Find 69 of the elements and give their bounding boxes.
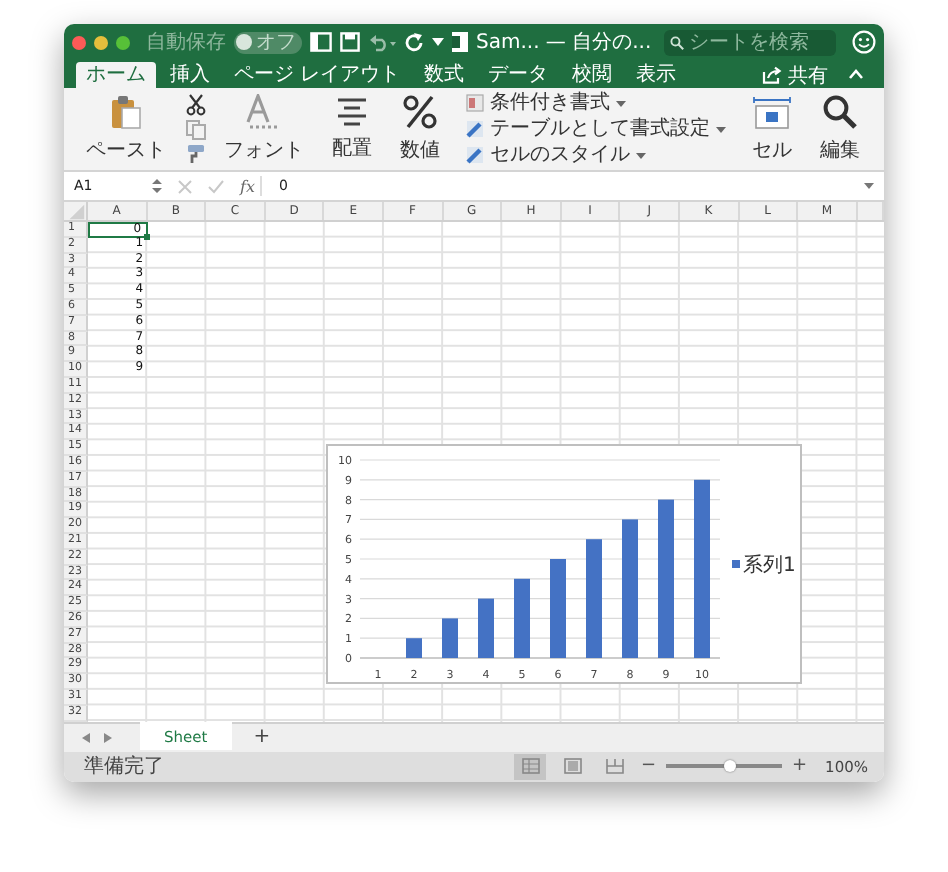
autosave-label: 自動保存 xyxy=(146,30,226,56)
paste-button[interactable]: ペースト xyxy=(76,94,176,164)
slider-thumb[interactable] xyxy=(723,760,736,772)
save-icon[interactable] xyxy=(340,32,360,52)
ribbon-tab[interactable]: 挿入 xyxy=(160,62,220,88)
search-field[interactable]: シートを検索 xyxy=(663,29,836,55)
style-brush-icon xyxy=(466,120,484,138)
caret-icon xyxy=(716,125,726,133)
percent-icon xyxy=(402,94,438,130)
insert-function-button[interactable]: fx xyxy=(240,177,255,195)
ribbon-tab[interactable]: ページ レイアウト xyxy=(224,62,411,88)
bar xyxy=(478,598,494,658)
font-button[interactable]: フォント xyxy=(214,94,314,164)
collapse-icon[interactable] xyxy=(848,68,864,80)
view-button[interactable] xyxy=(514,753,547,779)
sidebar-icon[interactable] xyxy=(310,32,332,52)
window-title: Sam... — 自分の... xyxy=(476,30,652,56)
ribbon-tab[interactable]: 校閲 xyxy=(562,62,623,88)
styles-menu-item[interactable]: 条件付き書式 xyxy=(466,91,726,115)
bar xyxy=(406,638,422,658)
bar xyxy=(550,559,566,658)
smiley-icon[interactable] xyxy=(852,30,876,54)
conditional-format-icon xyxy=(466,94,484,112)
zoom-out-button[interactable]: − xyxy=(640,756,656,776)
zoom-in-button[interactable]: + xyxy=(792,756,808,776)
ribbon-tab[interactable]: ホーム xyxy=(76,62,156,88)
legend-swatch xyxy=(732,560,740,568)
caret-icon xyxy=(616,99,626,107)
bar xyxy=(514,578,530,658)
insert-cells-icon xyxy=(752,95,792,129)
previous-sheet-icon[interactable] xyxy=(80,731,92,743)
styles-menu-item[interactable]: テーブルとして書式設定 xyxy=(466,117,726,141)
bar xyxy=(442,618,458,658)
alignment-button[interactable]: 配置 xyxy=(322,96,382,162)
clipboard-icon xyxy=(110,94,142,130)
add-sheet-button[interactable]: + xyxy=(241,725,283,749)
minimize-icon[interactable] xyxy=(94,35,108,49)
editing-button[interactable]: 編集 xyxy=(810,94,870,164)
undo-icon[interactable] xyxy=(368,32,396,52)
bar xyxy=(622,519,638,658)
bar xyxy=(586,539,602,658)
search-icon xyxy=(822,94,858,130)
workbook-icon xyxy=(452,32,468,52)
align-center-icon xyxy=(334,96,370,128)
caret-icon[interactable] xyxy=(432,36,444,48)
ribbon-tab[interactable]: 表示 xyxy=(626,62,687,88)
status-text: 準備完了 xyxy=(84,753,164,780)
redo-icon[interactable] xyxy=(404,32,424,52)
close-icon[interactable] xyxy=(72,35,86,49)
caret-icon xyxy=(636,151,646,159)
legend-label: 系列1 xyxy=(743,555,796,577)
cells-button[interactable]: セル xyxy=(742,95,802,163)
ribbon-tab[interactable]: データ xyxy=(478,62,559,88)
expand-icon[interactable] xyxy=(864,182,874,190)
next-sheet-icon[interactable] xyxy=(102,731,114,743)
page-icon xyxy=(563,758,582,774)
zoom-icon[interactable] xyxy=(116,35,130,49)
search-icon xyxy=(669,33,684,51)
page-break-icon xyxy=(605,758,624,774)
style-brush-icon xyxy=(466,146,484,164)
grid-icon xyxy=(521,758,540,774)
number-button[interactable]: 数値 xyxy=(390,94,450,164)
format-painter-icon[interactable] xyxy=(184,144,206,164)
stepper-icon xyxy=(152,178,162,194)
ribbon-tab[interactable]: 数式 xyxy=(414,62,475,88)
scissors-icon[interactable] xyxy=(185,94,205,116)
share-icon xyxy=(762,66,782,84)
share-button[interactable]: 共有 xyxy=(762,62,828,88)
styles-menu-item[interactable]: セルのスタイル xyxy=(466,143,726,167)
